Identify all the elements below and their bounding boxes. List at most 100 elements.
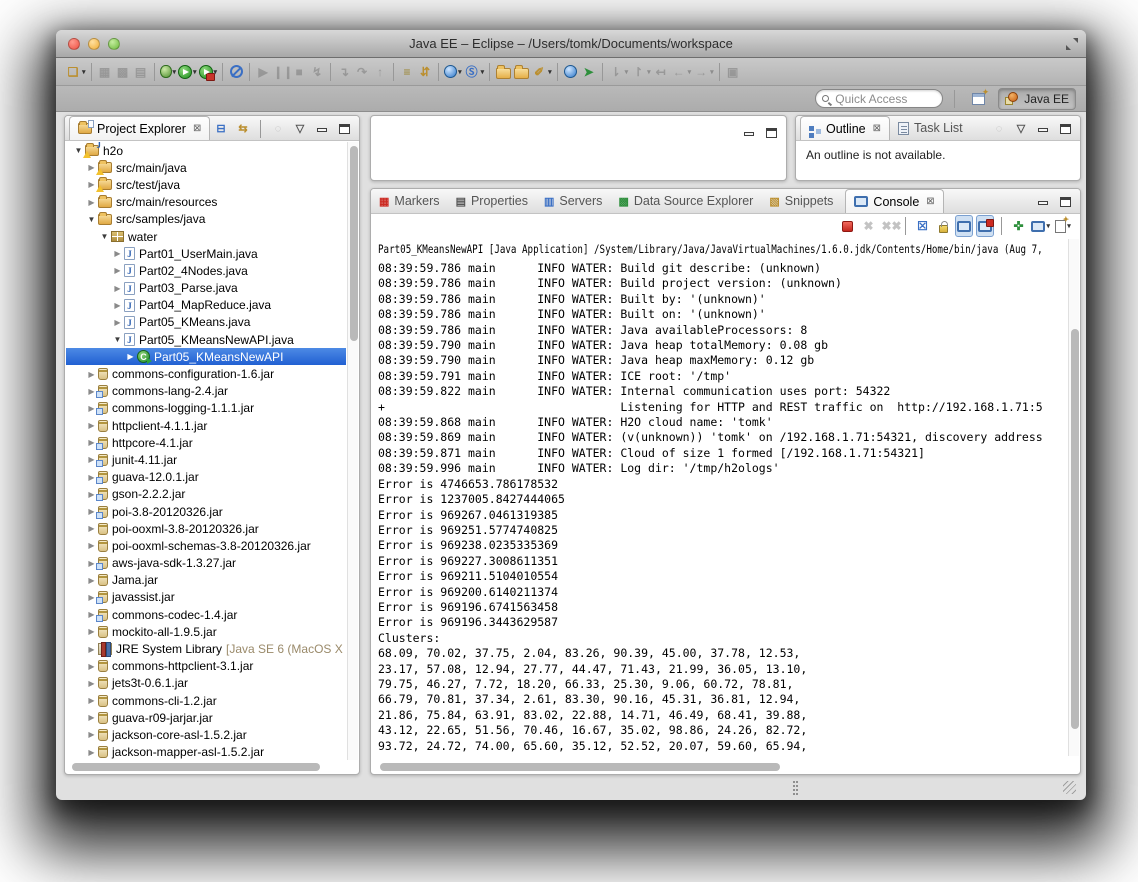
close-icon[interactable]: ⊠ xyxy=(873,123,881,134)
tree-item[interactable]: ▶ httpcore-4.1.jar xyxy=(66,434,346,451)
tree-item[interactable]: ▶ gson-2.2.2.jar xyxy=(66,486,346,503)
tree-item[interactable]: ▶ Part05_KMeans.java xyxy=(66,314,346,331)
tree-item[interactable]: ▶ src/main/java xyxy=(66,159,346,176)
view-menu-button[interactable]: ▽ xyxy=(291,119,309,139)
tab-data-source-explorer[interactable]: ▩ Data Source Explorer xyxy=(610,189,761,213)
open-console-button[interactable]: ▾ xyxy=(1054,215,1072,237)
close-icon[interactable]: ⊠ xyxy=(926,196,934,207)
tree-item[interactable]: ▶ Part02_4Nodes.java xyxy=(66,262,346,279)
new-wizard-button[interactable]: ❏ ▾ xyxy=(64,61,87,83)
tree-item[interactable]: ▶ commons-cli-1.2.jar xyxy=(66,692,346,709)
close-icon[interactable]: ⊠ xyxy=(193,123,201,134)
display-console-button[interactable]: ▾ xyxy=(1030,215,1051,237)
expand-arrow-icon[interactable]: ▶ xyxy=(85,713,98,722)
clear-console-button[interactable]: ☒ xyxy=(913,215,931,237)
window-resize-grip[interactable] xyxy=(1063,781,1076,794)
expand-arrow-icon[interactable]: ▶ xyxy=(111,249,124,258)
tab-snippets[interactable]: ▧ Snippets xyxy=(761,189,841,213)
new-service-button[interactable]: Ⓢ ▾ xyxy=(463,61,486,83)
tree-item[interactable]: ▶ Part03_Parse.java xyxy=(66,280,346,297)
close-window-button[interactable] xyxy=(68,38,80,50)
search-button[interactable]: ✐ ▾ xyxy=(530,61,553,83)
tree-item[interactable]: ▶ commons-configuration-1.6.jar xyxy=(66,365,346,382)
tree-item[interactable]: ▶ commons-lang-2.4.jar xyxy=(66,383,346,400)
expand-arrow-icon[interactable]: ▶ xyxy=(85,524,98,533)
show-selected-element-toggle[interactable]: ⇵ xyxy=(416,61,434,83)
show-stderr-toggle[interactable] xyxy=(976,215,995,237)
expand-arrow-icon[interactable]: ▶ xyxy=(85,627,98,636)
project-tree-vertical-scrollbar[interactable] xyxy=(347,142,358,760)
tree-item[interactable]: ▼ water xyxy=(66,228,346,245)
tree-item[interactable]: ▶ Part05_KMeansNewAPI xyxy=(66,348,346,366)
tree-item[interactable]: ▶ src/test/java xyxy=(66,176,346,193)
tree-item[interactable]: ▶ aws-java-sdk-1.3.27.jar xyxy=(66,555,346,572)
collapse-all-button[interactable]: ⊟ xyxy=(212,119,230,139)
tab-servers[interactable]: ▥ Servers xyxy=(536,189,610,213)
tree-item[interactable]: ▶ Part04_MapReduce.java xyxy=(66,297,346,314)
terminate-button[interactable] xyxy=(838,215,856,237)
console-output[interactable]: 08:39:59.786 main INFO WATER: Build git … xyxy=(378,261,1066,754)
tree-item[interactable]: ▶ jets3t-0.6.1.jar xyxy=(66,675,346,692)
expand-arrow-icon[interactable]: ▶ xyxy=(85,730,98,739)
fullscreen-icon[interactable] xyxy=(1066,38,1078,50)
tree-item[interactable]: ▶ commons-codec-1.4.jar xyxy=(66,606,346,623)
tree-item[interactable]: ▼ Part05_KMeansNewAPI.java xyxy=(66,331,346,348)
tree-item[interactable]: ▶ commons-logging-1.1.1.jar xyxy=(66,400,346,417)
maximize-button[interactable] xyxy=(1056,119,1074,139)
run-external-tools-button[interactable]: ▾ xyxy=(198,61,219,83)
maximize-button[interactable] xyxy=(1056,192,1074,212)
console-horizontal-scrollbar[interactable] xyxy=(372,763,1066,772)
perspective-java-ee-button[interactable]: Java EE xyxy=(998,87,1076,110)
minimize-window-button[interactable] xyxy=(88,38,100,50)
tree-item[interactable]: ▼ src/samples/java xyxy=(66,211,346,228)
tree-item[interactable]: ▶ jackson-core-asl-1.5.2.jar xyxy=(66,726,346,743)
expand-arrow-icon[interactable]: ▶ xyxy=(85,645,98,654)
run-button[interactable]: ▾ xyxy=(177,61,198,83)
tree-item[interactable]: ▶ Part01_UserMain.java xyxy=(66,245,346,262)
tree-item[interactable]: ▶ src/main/resources xyxy=(66,194,346,211)
view-menu-button[interactable]: ▽ xyxy=(1012,119,1030,139)
titlebar[interactable]: Java EE – Eclipse – /Users/tomk/Document… xyxy=(56,30,1086,58)
minimize-button[interactable] xyxy=(313,119,331,139)
pin-console-toggle[interactable]: ✜ xyxy=(1009,215,1027,237)
tree-item[interactable]: ▶ JRE System Library[Java SE 6 (MacOS X D… xyxy=(66,640,346,658)
debug-button[interactable]: ▾ xyxy=(159,61,178,83)
tree-item[interactable]: ▶ guava-12.0.1.jar xyxy=(66,469,346,486)
project-tree-horizontal-scrollbar[interactable] xyxy=(66,763,345,772)
minimize-button[interactable] xyxy=(1034,192,1052,212)
quick-access-box[interactable] xyxy=(815,89,944,108)
maximize-button[interactable] xyxy=(335,119,353,139)
minimize-button[interactable] xyxy=(740,123,758,143)
expand-arrow-icon[interactable]: ▶ xyxy=(111,284,124,293)
tab-task-list[interactable]: Task List xyxy=(890,116,971,140)
tab-project-explorer[interactable]: Project Explorer ⊠ xyxy=(69,116,211,140)
collapse-arrow-icon[interactable]: ▼ xyxy=(111,335,124,344)
tree-item[interactable]: ▶ httpclient-4.1.1.jar xyxy=(66,417,346,434)
tree-item[interactable]: ▶ javassist.jar xyxy=(66,589,346,606)
tab-outline[interactable]: Outline ⊠ xyxy=(800,116,890,140)
web-browser-button[interactable] xyxy=(562,61,580,83)
collapse-arrow-icon[interactable]: ▼ xyxy=(98,232,111,241)
tree-item[interactable]: ▶ poi-ooxml-3.8-20120326.jar xyxy=(66,520,346,537)
zoom-window-button[interactable] xyxy=(108,38,120,50)
tab-markers[interactable]: ▦ Markers xyxy=(371,189,448,213)
open-perspective-button[interactable] xyxy=(966,87,991,110)
scroll-lock-toggle[interactable] xyxy=(934,215,952,237)
import-folder-button[interactable] xyxy=(512,61,530,83)
tree-item[interactable]: ▼ Jh2o xyxy=(66,142,346,159)
expand-arrow-icon[interactable]: ▶ xyxy=(85,662,98,671)
expand-arrow-icon[interactable]: ▶ xyxy=(111,318,124,327)
expand-arrow-icon[interactable]: ▶ xyxy=(85,696,98,705)
expand-arrow-icon[interactable]: ▶ xyxy=(111,301,124,310)
tree-item[interactable]: ▶ commons-httpclient-3.1.jar xyxy=(66,658,346,675)
trim-drag-handle[interactable] xyxy=(793,781,798,795)
collapse-arrow-icon[interactable]: ▼ xyxy=(85,215,98,224)
open-folder-button[interactable] xyxy=(494,61,512,83)
maximize-button[interactable] xyxy=(762,123,780,143)
expand-arrow-icon[interactable]: ▶ xyxy=(85,748,98,757)
tab-properties[interactable]: ▤ Properties xyxy=(448,189,536,213)
run-ant-button[interactable]: ➤ xyxy=(580,61,598,83)
tree-item[interactable]: ▶ poi-ooxml-schemas-3.8-20120326.jar xyxy=(66,537,346,554)
tab-console[interactable]: Console ⊠ xyxy=(845,189,944,213)
expand-arrow-icon[interactable]: ▶ xyxy=(85,541,98,550)
